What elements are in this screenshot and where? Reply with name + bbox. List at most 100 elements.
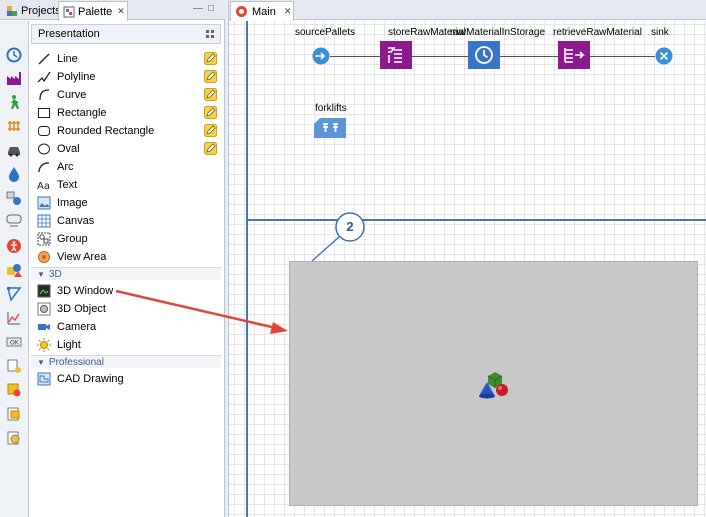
pencil-icon[interactable] [204, 52, 217, 65]
palette-item-view-area[interactable]: View Area [37, 248, 217, 266]
presentation-section-header[interactable]: Presentation [31, 24, 221, 44]
palette-panel: Projects Palette ✕ — □ OK Presentation L… [0, 0, 225, 517]
palette-item-label: Canvas [57, 215, 95, 227]
connector-line[interactable] [412, 56, 468, 57]
palette-item-oval[interactable]: Oval [37, 140, 217, 158]
line-icon [37, 52, 51, 66]
tab-projects[interactable]: Projects [2, 1, 61, 20]
pencil-icon[interactable] [204, 70, 217, 83]
3d-scene-icon [479, 372, 508, 399]
palette-item-rectangle[interactable]: Rectangle [37, 104, 217, 122]
collapse-triangle-icon: ▼ [37, 269, 45, 279]
resource-pool-block[interactable] [314, 118, 346, 141]
vertical-axis [246, 21, 248, 517]
palette-item-camera[interactable]: Camera [37, 318, 217, 336]
tab-main[interactable]: Main ✕ [230, 1, 294, 21]
close-icon[interactable]: ✕ [284, 6, 292, 17]
text-icon: Aa [37, 178, 51, 192]
palette-item-label: Image [57, 197, 88, 209]
palette-item-3d-window[interactable]: 3D Window [37, 282, 217, 300]
palette-icon [63, 6, 75, 18]
polyline-icon [37, 70, 51, 84]
camera-icon [37, 320, 51, 334]
clock-icon [468, 41, 500, 69]
pencil-icon[interactable] [204, 106, 217, 119]
connector-line[interactable] [330, 56, 380, 57]
editor-panel: Main ✕ sourcePallets storeRawMaterial ra… [228, 0, 706, 517]
rail-library-icon[interactable] [4, 116, 24, 136]
3d-window[interactable] [289, 261, 698, 506]
palette-item-group[interactable]: Group [37, 230, 217, 248]
source-block[interactable] [312, 47, 330, 68]
minimize-icon[interactable]: — [193, 3, 203, 14]
storage-block[interactable] [468, 41, 500, 72]
connectivity-library-icon[interactable] [4, 356, 24, 376]
presentation-header-label: Presentation [38, 28, 100, 40]
maximize-icon[interactable]: □ [208, 3, 214, 14]
agent-library-icon[interactable] [4, 188, 24, 208]
palette-item-image[interactable]: Image [37, 194, 217, 212]
palette-item-line[interactable]: Line [37, 50, 217, 68]
process-library-icon[interactable] [4, 45, 24, 65]
curve-icon [37, 88, 51, 102]
road-traffic-library-icon[interactable] [4, 140, 24, 160]
svg-text:OK: OK [10, 340, 20, 347]
palette-item-rounded-rectangle[interactable]: Rounded Rectangle [37, 122, 217, 140]
palette-list: Presentation Line Polyline Curve Rectang… [31, 24, 221, 516]
fluid-library-icon[interactable] [4, 164, 24, 184]
palette-item-label: Camera [57, 321, 97, 333]
palette-item-3d-object[interactable]: 3D Object [37, 300, 217, 318]
light-icon [37, 338, 51, 352]
retrieve-block[interactable] [558, 41, 590, 72]
palette-item-label: Rounded Rectangle [57, 125, 155, 137]
pedestrian-library-icon[interactable] [4, 92, 24, 112]
palette-item-curve[interactable]: Curve [37, 86, 217, 104]
palette-item-label: 3D Object [57, 303, 106, 315]
resource-label-forklifts: forklifts [315, 103, 347, 114]
graphical-editor-canvas[interactable]: sourcePallets storeRawMaterial rawMateri… [229, 21, 706, 517]
view-mode-grid-icon[interactable] [206, 30, 215, 39]
pencil-icon[interactable] [204, 124, 217, 137]
material-handling-icon[interactable] [4, 428, 24, 448]
palette-item-label: Group [57, 233, 88, 245]
palette-item-cad-drawing[interactable]: CAD Drawing [37, 370, 217, 388]
statechart-icon[interactable] [4, 212, 24, 232]
section-3d-header[interactable]: ▼ 3D [31, 267, 221, 280]
connector-line[interactable] [500, 56, 558, 57]
palette-item-arc[interactable]: Arc [37, 158, 217, 176]
palette-category-strip: OK [0, 21, 29, 517]
presentation-library-icon[interactable] [4, 260, 24, 280]
store-block[interactable] [380, 41, 412, 72]
controls-library-icon[interactable]: OK [4, 332, 24, 352]
group-icon [37, 232, 51, 246]
oval-icon [37, 142, 51, 156]
pencil-icon[interactable] [204, 142, 217, 155]
accessibility-icon[interactable] [4, 236, 24, 256]
callout-number: 2 [346, 219, 354, 234]
sink-icon [655, 47, 673, 65]
space-markup-icon[interactable] [4, 284, 24, 304]
close-icon[interactable]: ✕ [117, 6, 125, 17]
sink-block[interactable] [655, 47, 673, 68]
connector-line[interactable] [590, 56, 655, 57]
palette-item-canvas[interactable]: Canvas [37, 212, 217, 230]
horizontal-axis [246, 219, 706, 221]
palette-item-label: Text [57, 179, 78, 191]
palette-item-text[interactable]: Aa Text [37, 176, 217, 194]
palette-item-light[interactable]: Light [37, 336, 217, 354]
pictures-library-icon[interactable] [4, 380, 24, 400]
factory-library-icon[interactable] [4, 68, 24, 88]
image-icon [37, 196, 51, 210]
projects-icon [6, 5, 18, 17]
pencil-icon[interactable] [204, 88, 217, 101]
section-professional-header[interactable]: ▼ Professional [31, 355, 221, 368]
3d-objects-library-icon[interactable] [4, 404, 24, 424]
source-icon [312, 47, 330, 65]
tab-palette[interactable]: Palette ✕ [58, 1, 128, 21]
analysis-library-icon[interactable] [4, 308, 24, 328]
palette-item-label: Oval [57, 143, 80, 155]
tab-projects-label: Projects [21, 4, 61, 17]
resource-pool-icon [314, 118, 346, 138]
svg-text:Aa: Aa [37, 181, 50, 192]
palette-item-polyline[interactable]: Polyline [37, 68, 217, 86]
